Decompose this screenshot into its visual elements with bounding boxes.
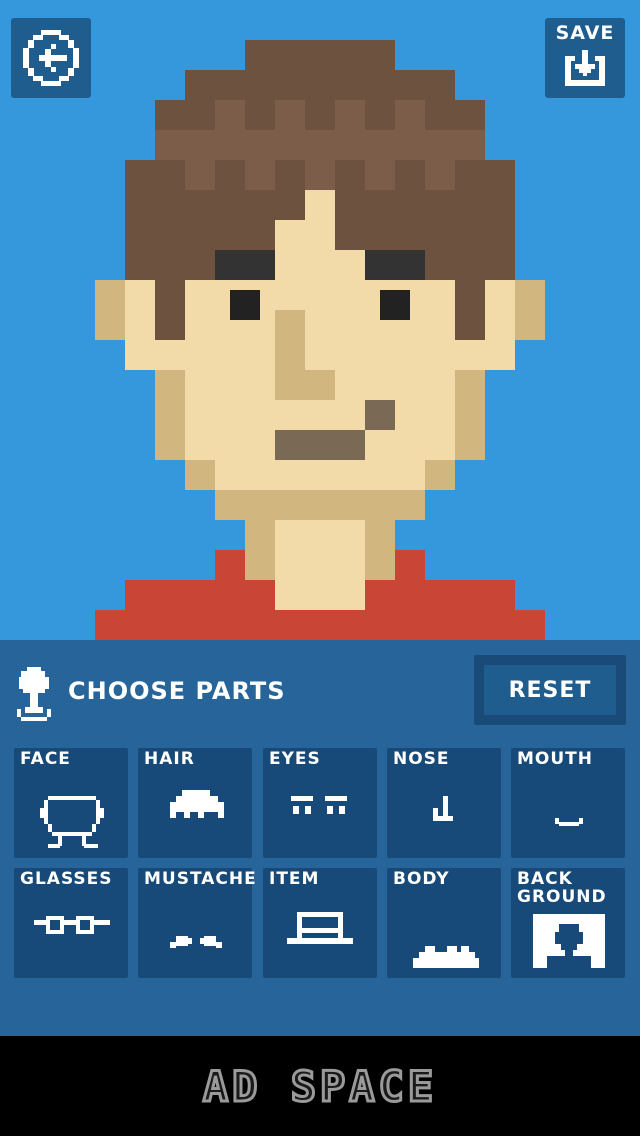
eye-left — [230, 290, 260, 320]
eyebrow-left — [215, 250, 275, 280]
ear-right — [515, 280, 545, 340]
back-arrow-circle-icon — [23, 30, 79, 86]
part-tile-face[interactable]: FACE — [14, 748, 128, 858]
glasses-icon — [34, 916, 110, 934]
part-tile-background[interactable]: BACK GROUND — [511, 868, 625, 978]
hat-icon — [287, 912, 353, 944]
part-tile-glasses[interactable]: GLASSES — [14, 868, 128, 978]
eyes-icon — [291, 796, 347, 814]
avatar-canvas: SAVE — [0, 0, 640, 640]
hair — [245, 40, 395, 70]
nose — [275, 310, 305, 400]
eyebrow-right — [365, 250, 425, 280]
reset-label: RESET — [484, 665, 616, 715]
back-button[interactable] — [11, 18, 91, 98]
choose-parts-label: CHOOSE PARTS — [68, 677, 286, 705]
part-tile-hair[interactable]: HAIR — [138, 748, 252, 858]
mouth-icon — [555, 818, 583, 826]
mouth — [275, 430, 365, 460]
part-tile-eyes[interactable]: EYES — [263, 748, 377, 858]
ear-left — [95, 280, 125, 340]
eye-right — [380, 290, 410, 320]
mustache-icon — [170, 936, 222, 948]
ad-label: AD SPACE — [201, 1060, 438, 1112]
reset-button[interactable]: RESET — [474, 655, 626, 725]
nose-icon — [433, 796, 453, 821]
hair-icon — [170, 790, 224, 818]
part-tile-mustache[interactable]: MUSTACHE — [138, 868, 256, 978]
ad-banner[interactable]: AD SPACE — [0, 1036, 640, 1136]
pixel-avatar — [95, 40, 545, 640]
face-outline-icon — [40, 796, 104, 848]
background-icon — [533, 914, 605, 968]
part-tile-body[interactable]: BODY — [387, 868, 501, 978]
save-label: SAVE — [555, 22, 615, 44]
joystick-icon — [17, 667, 51, 721]
body-icon — [413, 946, 479, 968]
save-button[interactable]: SAVE — [545, 18, 625, 98]
part-tile-item[interactable]: ITEM — [263, 868, 377, 978]
part-tile-mouth[interactable]: MOUTH — [511, 748, 625, 858]
part-tile-nose[interactable]: NOSE — [387, 748, 501, 858]
